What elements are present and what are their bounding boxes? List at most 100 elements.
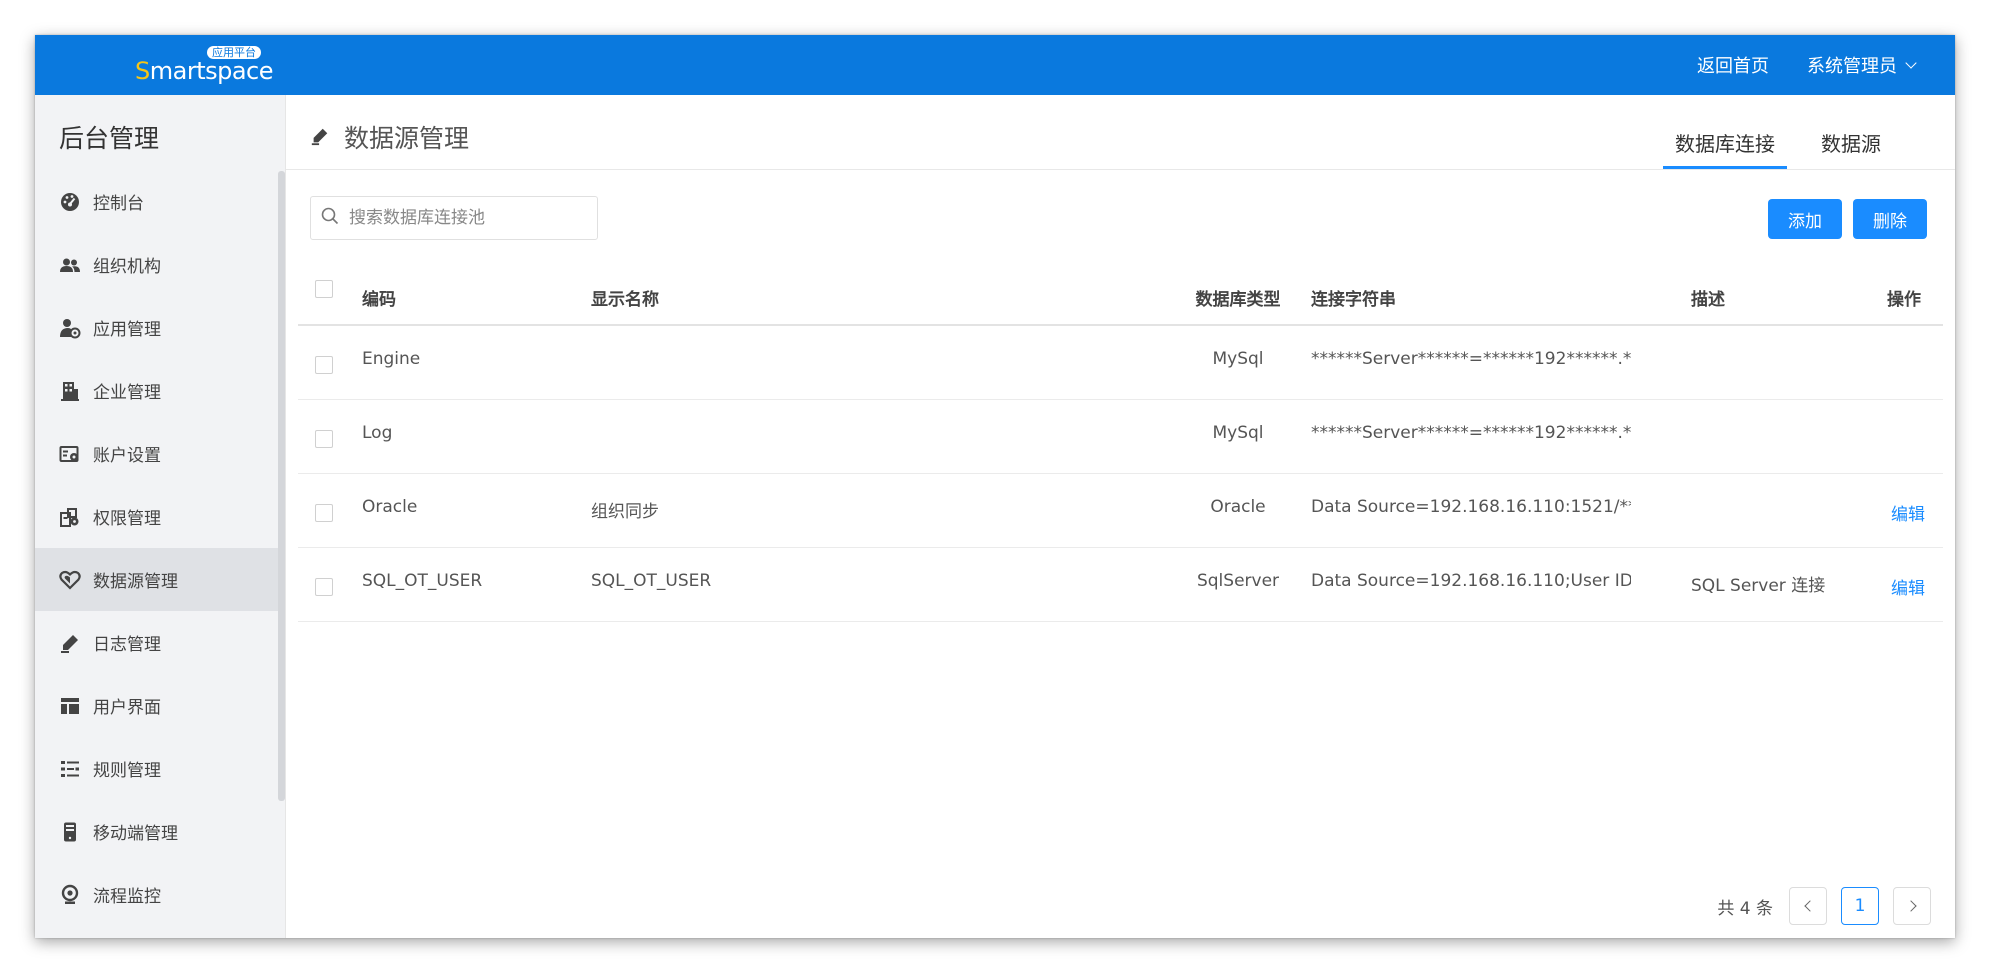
rules-list-icon — [59, 758, 81, 780]
pagination-total: 共 4 条 — [1717, 898, 1773, 919]
logo-text: martspace — [149, 57, 274, 85]
chevron-down-icon — [1905, 56, 1917, 69]
pen-icon — [59, 632, 81, 654]
sidebar-item-enterprise[interactable]: 企业管理 — [35, 359, 278, 422]
user-gear-icon — [59, 317, 81, 339]
edit-link[interactable]: 编辑 — [1868, 474, 1948, 547]
sidebar-item-label: 移动端管理 — [93, 824, 178, 844]
cell-code: Oracle — [362, 497, 418, 517]
user-menu[interactable]: 系统管理员 — [1807, 52, 1917, 78]
building-icon — [59, 380, 81, 402]
cell-code: Engine — [362, 349, 421, 369]
cell-desc: SQL Server 连接 — [1691, 576, 1826, 596]
row-checkbox[interactable] — [315, 578, 333, 596]
delete-button[interactable]: 删除 — [1853, 199, 1927, 239]
tab-bar: 数据库连接 数据源 — [1641, 95, 1893, 169]
sidebar-item-org[interactable]: 组织机构 — [35, 233, 278, 296]
sidebar-item-label: 权限管理 — [93, 509, 161, 529]
top-bar: Smartspace 应用平台 返回首页 系统管理员 — [35, 35, 1955, 95]
sidebar-item-permission[interactable]: 权限管理 — [35, 485, 278, 548]
logo-badge: 应用平台 — [207, 46, 261, 59]
select-all-checkbox[interactable] — [315, 280, 333, 298]
pen-icon — [310, 123, 330, 152]
sidebar-item-datasource[interactable]: 数据源管理 — [35, 548, 278, 611]
layout-icon — [59, 695, 81, 717]
sidebar-item-flow-monitor[interactable]: 流程监控 — [35, 863, 278, 926]
cell-conn: Data Source=192.168.16.110;User ID=... — [1311, 571, 1631, 591]
column-header-op: 操作 — [1887, 289, 1921, 310]
sidebar-item-label: 数据源管理 — [93, 572, 178, 592]
webcam-icon — [59, 884, 81, 906]
column-header-type[interactable]: 数据库类型 — [1138, 270, 1338, 324]
sidebar-item-label: 控制台 — [93, 194, 144, 214]
home-link[interactable]: 返回首页 — [1697, 52, 1769, 78]
search-input[interactable] — [347, 207, 591, 229]
sidebar-item-ui[interactable]: 用户界面 — [35, 674, 278, 737]
pagination: 共 4 条 1 — [1717, 887, 1931, 925]
chevron-right-icon — [1904, 900, 1917, 912]
edit-link[interactable] — [1868, 326, 1948, 399]
table-row[interactable]: SQL_OT_USER SQL_OT_USER SqlServer Data S… — [298, 548, 1943, 622]
cell-type: MySql — [1212, 349, 1264, 369]
sidebar-item-label: 流程监控 — [93, 887, 161, 907]
user-menu-label: 系统管理员 — [1807, 56, 1897, 77]
cell-code: Log — [362, 423, 393, 443]
sidebar-item-label: 组织机构 — [93, 257, 161, 277]
page-header: 数据源管理 数据库连接 数据源 — [286, 95, 1955, 170]
sidebar-item-label: 规则管理 — [93, 761, 161, 781]
row-checkbox[interactable] — [315, 504, 333, 522]
cell-type: SqlServer — [1196, 571, 1280, 591]
sidebar-menu: 控制台 组织机构 应用管理 企业管理 账户设置 权限管理 数据源管理 日志管理 … — [35, 170, 278, 926]
mobile-icon — [59, 821, 81, 843]
datasource-table: 编码 显示名称 数据库类型 连接字符串 描述 操作 Engine MySql *… — [298, 270, 1943, 622]
search-box — [310, 196, 598, 240]
row-checkbox[interactable] — [315, 430, 333, 448]
sidebar: 后台管理 控制台 组织机构 应用管理 企业管理 账户设置 权限管理 数据源管理 … — [35, 95, 286, 938]
sidebar-item-label: 用户界面 — [93, 698, 161, 718]
column-header-name[interactable]: 显示名称 — [591, 270, 659, 324]
column-header-code[interactable]: 编码 — [362, 270, 396, 324]
column-header-conn[interactable]: 连接字符串 — [1311, 270, 1631, 324]
sidebar-scrollbar[interactable] — [278, 171, 285, 801]
cell-conn: Data Source=192.168.16.110:1521/****... — [1311, 497, 1631, 517]
tab-datasource[interactable]: 数据源 — [1809, 95, 1893, 169]
sidebar-item-label: 日志管理 — [93, 635, 161, 655]
row-checkbox[interactable] — [315, 356, 333, 374]
cell-type: Oracle — [1210, 497, 1266, 517]
sidebar-item-dashboard[interactable]: 控制台 — [35, 170, 278, 233]
app-window: Smartspace 应用平台 返回首页 系统管理员 后台管理 控制台 组织机构 — [35, 35, 1955, 938]
prev-page-button[interactable] — [1789, 887, 1827, 925]
cell-code: SQL_OT_USER — [362, 571, 483, 591]
table-row[interactable]: Oracle 组织同步 Oracle Data Source=192.168.1… — [298, 474, 1943, 548]
top-nav: 返回首页 系统管理员 — [1697, 35, 1917, 95]
sidebar-item-account[interactable]: 账户设置 — [35, 422, 278, 485]
table-row[interactable]: Engine MySql ******Server******=******19… — [298, 326, 1943, 400]
main-content: 数据源管理 数据库连接 数据源 添加 删除 编码 显示名称 数据库类型 连接字符… — [286, 95, 1955, 938]
heart-shield-icon — [59, 569, 81, 591]
cell-name: 组织同步 — [591, 502, 659, 522]
sidebar-title: 后台管理 — [59, 124, 160, 153]
chevron-left-icon — [1803, 900, 1816, 912]
sidebar-item-label: 应用管理 — [93, 320, 161, 340]
sidebar-item-label: 企业管理 — [93, 383, 161, 403]
sidebar-item-logs[interactable]: 日志管理 — [35, 611, 278, 674]
sidebar-item-label: 账户设置 — [93, 446, 161, 466]
add-button[interactable]: 添加 — [1768, 199, 1842, 239]
sidebar-item-rules[interactable]: 规则管理 — [35, 737, 278, 800]
edit-link[interactable] — [1868, 400, 1948, 473]
permission-icon — [59, 506, 81, 528]
tab-db-connection[interactable]: 数据库连接 — [1663, 95, 1787, 169]
page-button-current[interactable]: 1 — [1841, 887, 1879, 925]
logo[interactable]: Smartspace 应用平台 — [135, 46, 275, 87]
table-row[interactable]: Log MySql ******Server******=******192**… — [298, 400, 1943, 474]
dashboard-icon — [59, 191, 81, 213]
cell-conn: ******Server******=******192******.****.… — [1311, 349, 1631, 369]
sidebar-item-mobile[interactable]: 移动端管理 — [35, 800, 278, 863]
cell-conn: ******Server******=******192******.****.… — [1311, 423, 1631, 443]
sidebar-item-apps[interactable]: 应用管理 — [35, 296, 278, 359]
next-page-button[interactable] — [1893, 887, 1931, 925]
column-header-desc[interactable]: 描述 — [1691, 270, 1725, 324]
page-title: 数据源管理 — [344, 124, 470, 153]
edit-link[interactable]: 编辑 — [1868, 548, 1948, 621]
id-card-gear-icon — [59, 443, 81, 465]
